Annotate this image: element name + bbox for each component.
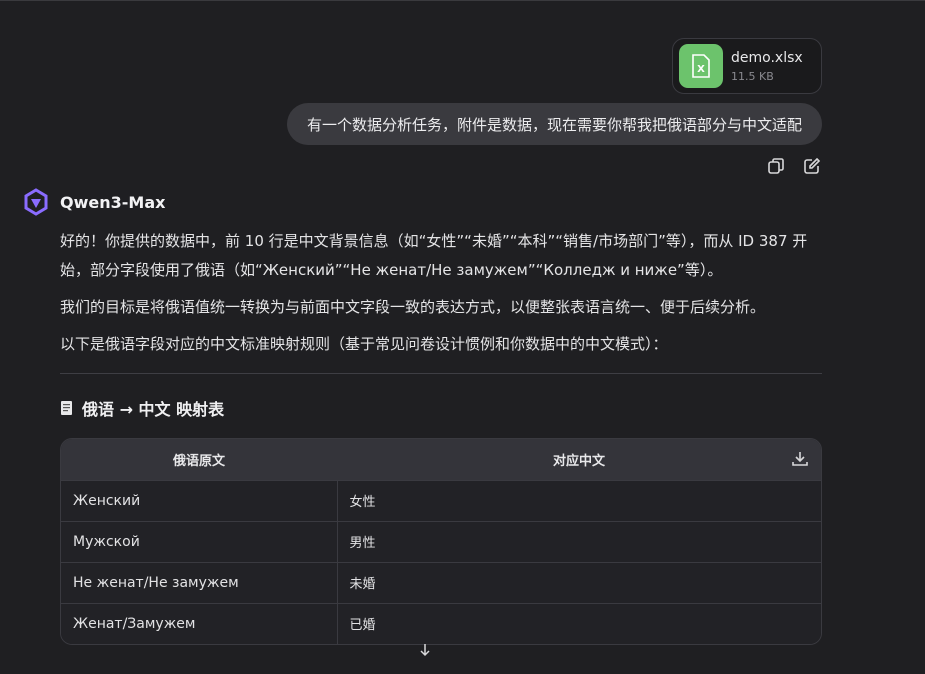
section-title: 俄语 → 中文 映射表: [60, 396, 822, 420]
scroll-down-button[interactable]: [414, 640, 436, 662]
response-paragraph: 好的！你提供的数据中，前 10 行是中文背景信息（如“女性”“未婚”“本科”“销…: [60, 232, 808, 279]
attachment-size: 11.5 KB: [731, 70, 774, 83]
table-row: Женат/Замужем 已婚: [61, 602, 821, 644]
table-cell: Не женат/Не замужем: [61, 561, 337, 603]
qwen-logo-icon: [22, 188, 50, 216]
table-row: Мужской 男性: [61, 520, 821, 562]
download-icon[interactable]: [791, 450, 809, 468]
divider: [60, 373, 822, 374]
document-icon: [60, 400, 74, 416]
section-title-text: 俄语 → 中文 映射表: [82, 400, 225, 419]
edit-icon[interactable]: [803, 157, 821, 175]
table-row: Не женат/Не замужем 未婚: [61, 561, 821, 603]
table-cell: 女性: [336, 479, 821, 521]
table-cell: Мужской: [61, 520, 337, 562]
mapping-table: 俄语原文 对应中文 Женский 女性 Мужской 男性 Не женат…: [60, 438, 822, 645]
table-row: Женский 女性: [61, 479, 821, 521]
table-header-russian: 俄语原文: [61, 439, 337, 480]
assistant-name: Qwen3-Max: [60, 192, 166, 212]
attachment-name: demo.xlsx: [731, 50, 803, 66]
table-cell: 已婚: [336, 602, 821, 644]
table-cell: Женский: [61, 479, 337, 521]
copy-icon[interactable]: [767, 157, 785, 175]
arrow-down-icon: [418, 642, 432, 661]
table-cell: 男性: [336, 520, 821, 562]
user-message: 有一个数据分析任务，附件是数据，现在需要你帮我把俄语部分与中文适配: [286, 103, 822, 145]
table-header-row: 俄语原文 对应中文: [61, 439, 821, 480]
table-cell: Женат/Замужем: [61, 602, 337, 644]
assistant-response: 好的！你提供的数据中，前 10 行是中文背景信息（如“女性”“未婚”“本科”“销…: [60, 227, 822, 645]
response-paragraph: 我们的目标是将俄语值统一转换为与前面中文字段一致的表达方式，以便整张表语言统一、…: [60, 298, 766, 316]
attachment-card[interactable]: X demo.xlsx 11.5 KB: [672, 38, 822, 94]
table-cell: 未婚: [336, 561, 821, 603]
table-header-chinese: 对应中文: [337, 439, 821, 480]
response-paragraph: 以下是俄语字段对应的中文标准映射规则（基于常见问卷设计惯例和你数据中的中文模式）…: [60, 335, 668, 353]
svg-text:X: X: [697, 64, 705, 75]
xlsx-file-icon: X: [679, 44, 723, 88]
